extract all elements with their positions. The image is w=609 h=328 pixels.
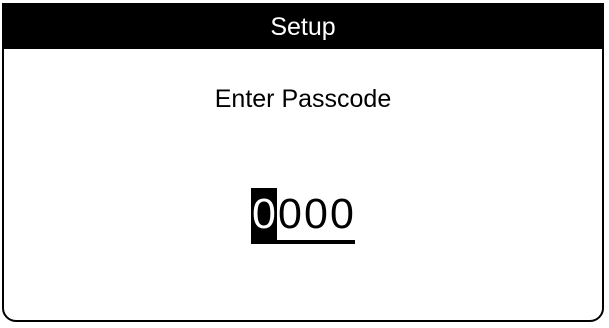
passcode-digit-1[interactable]: 0	[251, 188, 277, 244]
passcode-digit-4[interactable]: 0	[329, 188, 355, 244]
passcode-prompt: Enter Passcode	[214, 85, 392, 113]
passcode-digit-3[interactable]: 0	[303, 188, 329, 244]
passcode-digit-2[interactable]: 0	[277, 188, 303, 244]
passcode-entry[interactable]: 0 0 0 0	[4, 188, 602, 244]
dialog-title: Setup	[270, 12, 336, 41]
title-bar: Setup	[4, 5, 602, 49]
setup-dialog: Setup Enter Passcode 0 0 0 0	[2, 3, 604, 322]
